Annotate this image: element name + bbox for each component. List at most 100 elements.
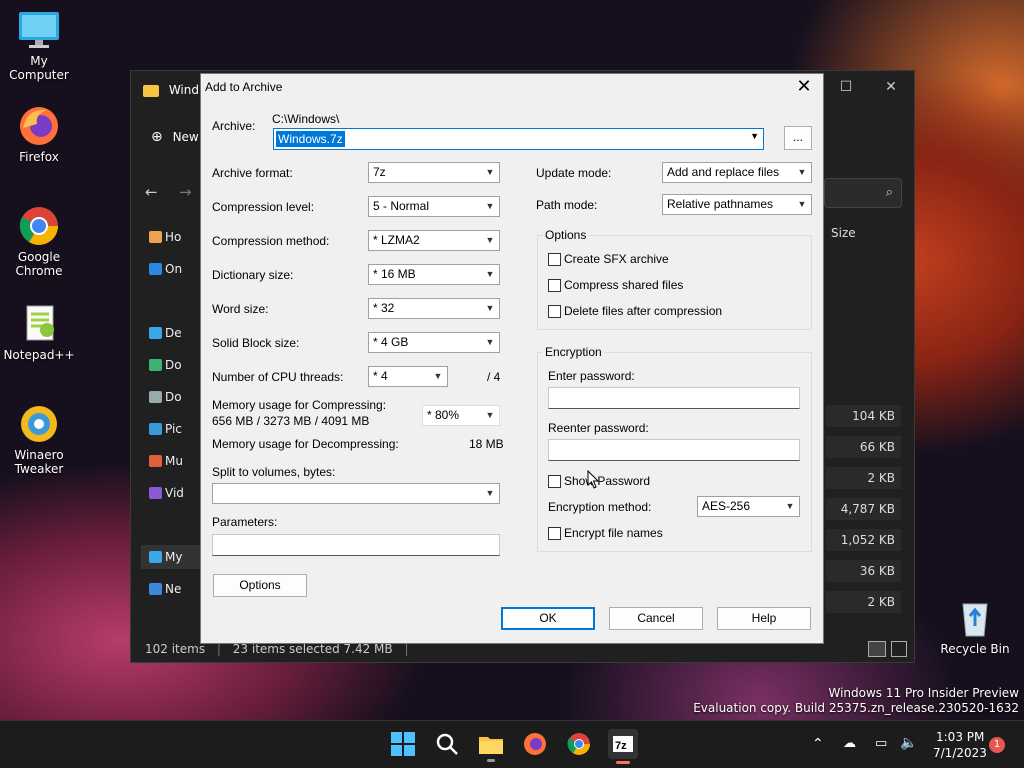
delete-after-checkbox[interactable]: Delete files after compression xyxy=(548,303,722,319)
file-size-cell[interactable]: 36 KB xyxy=(826,560,901,582)
help-button[interactable]: Help xyxy=(717,607,811,630)
desktop-icon-firefox[interactable]: Firefox xyxy=(0,104,78,164)
path-mode-label: Path mode: xyxy=(536,198,598,212)
split-volumes-select[interactable]: ▼ xyxy=(212,483,500,504)
new-button[interactable]: ⊕ New xyxy=(151,129,199,145)
file-size-cell[interactable]: 66 KB xyxy=(826,436,901,458)
7zip-icon[interactable]: 7z xyxy=(608,729,638,764)
network-icon[interactable]: ▭ xyxy=(875,736,887,751)
solid-block-size-select[interactable]: * 4 GB ▼ xyxy=(368,332,500,353)
clock-time[interactable]: 1:03 PM xyxy=(936,730,984,744)
checkbox-box[interactable] xyxy=(548,305,561,318)
firefox-icon xyxy=(17,104,61,148)
sidebar-item[interactable]: Ne xyxy=(141,577,201,601)
tiles-view-icon[interactable] xyxy=(891,641,907,657)
start-icon[interactable] xyxy=(390,731,418,759)
details-view-icon[interactable] xyxy=(868,641,886,657)
firefox-icon[interactable] xyxy=(522,731,550,759)
compress-shared-checkbox[interactable]: Compress shared files xyxy=(548,277,683,293)
back-arrow-icon[interactable]: ← xyxy=(145,183,158,201)
parameters-input[interactable] xyxy=(212,534,500,556)
desktop-icon-my-computer[interactable]: My Computer xyxy=(0,8,78,82)
create-sfx-checkbox[interactable]: Create SFX archive xyxy=(548,251,669,267)
desktop-icon-recycle-bin[interactable]: Recycle Bin xyxy=(936,596,1014,656)
word-size-select[interactable]: * 32 ▼ xyxy=(368,298,500,319)
desktop-icon-chrome[interactable]: Google Chrome xyxy=(0,204,78,278)
clock-date[interactable]: 7/1/2023 xyxy=(933,746,987,760)
solid-block-size-value: * 4 GB xyxy=(373,335,409,349)
cpu-threads-value: * 4 xyxy=(373,369,388,383)
archive-name-combo[interactable]: Windows.7z ▼ xyxy=(273,128,764,150)
compression-method-select[interactable]: * LZMA2 ▼ xyxy=(368,230,500,251)
browse-button[interactable]: ... xyxy=(784,126,812,150)
forward-arrow-icon[interactable]: → xyxy=(179,183,192,201)
cancel-button[interactable]: Cancel xyxy=(609,607,703,630)
sidebar-item[interactable]: Mu xyxy=(141,449,201,473)
chevron-down-icon: ▼ xyxy=(797,167,807,177)
file-explorer-icon[interactable] xyxy=(478,731,506,762)
solid-block-size-label: Solid Block size: xyxy=(212,336,300,350)
checkbox-box[interactable] xyxy=(548,527,561,540)
checkbox-box[interactable] xyxy=(548,475,561,488)
word-size-label: Word size: xyxy=(212,302,269,316)
volume-icon[interactable]: 🔈 xyxy=(900,735,917,751)
file-size-cell[interactable]: 4,787 KB xyxy=(826,498,901,520)
update-mode-select[interactable]: Add and replace files ▼ xyxy=(662,162,812,183)
desktop-icon-label: Winaero Tweaker xyxy=(14,448,64,476)
explorer-search-box[interactable]: ⌕ xyxy=(824,178,902,208)
compression-level-select[interactable]: 5 - Normal ▼ xyxy=(368,196,500,217)
compress-shared-label: Compress shared files xyxy=(564,278,684,292)
memory-compress-value: 656 MB / 3273 MB / 4091 MB xyxy=(212,414,370,428)
show-password-checkbox[interactable]: Show Password xyxy=(548,473,650,489)
sidebar-item-label: Vid xyxy=(165,486,184,500)
sidebar-item[interactable]: Do xyxy=(141,385,201,409)
options-button[interactable]: Options xyxy=(213,574,307,597)
file-size-cell[interactable]: 1,052 KB xyxy=(826,529,901,551)
file-size-cell[interactable]: 104 KB xyxy=(826,405,901,427)
sidebar-item[interactable]: My xyxy=(141,545,201,569)
chevron-up-icon[interactable]: ⌃ xyxy=(812,736,824,752)
chrome-icon[interactable] xyxy=(566,731,594,759)
file-size-cell[interactable]: 2 KB xyxy=(826,591,901,613)
close-icon[interactable]: ✕ xyxy=(791,76,817,98)
folder-icon xyxy=(143,84,159,97)
split-volumes-label: Split to volumes, bytes: xyxy=(212,465,336,479)
checkbox-box[interactable] xyxy=(548,279,561,292)
ok-button[interactable]: OK xyxy=(501,607,595,630)
sidebar-item[interactable]: Pic xyxy=(141,417,201,441)
path-mode-select[interactable]: Relative pathnames ▼ xyxy=(662,194,812,215)
notification-badge[interactable]: 1 xyxy=(989,737,1005,753)
chevron-down-icon: ▼ xyxy=(797,199,807,209)
add-to-archive-dialog[interactable]: Add to Archive ✕ Archive: C:\Windows\ Wi… xyxy=(200,73,824,644)
desktop-folder-icon xyxy=(149,327,162,339)
chevron-down-icon[interactable]: ▼ xyxy=(750,131,759,141)
encryption-method-select[interactable]: AES-256 ▼ xyxy=(697,496,800,517)
sidebar-item[interactable]: Do xyxy=(141,353,201,377)
desktop-icon-winaero[interactable]: Winaero Tweaker xyxy=(0,402,78,476)
column-header-size[interactable]: Size xyxy=(831,226,856,240)
chevron-down-icon: ▼ xyxy=(485,410,495,420)
close-icon[interactable]: ✕ xyxy=(876,79,906,99)
reenter-password-input[interactable] xyxy=(548,439,800,461)
cpu-threads-select[interactable]: * 4 ▼ xyxy=(368,366,448,387)
maximize-icon[interactable]: ☐ xyxy=(831,79,861,99)
sidebar-item-label: De xyxy=(165,326,182,340)
cpu-threads-label: Number of CPU threads: xyxy=(212,370,344,384)
sidebar-item[interactable]: De xyxy=(141,321,201,345)
memory-usage-select[interactable]: * 80% ▼ xyxy=(422,405,500,426)
password-input[interactable] xyxy=(548,387,800,409)
sidebar-item[interactable]: On xyxy=(141,257,201,281)
sidebar-item[interactable]: Vid xyxy=(141,481,201,505)
search-icon[interactable] xyxy=(434,731,462,759)
file-size-cell[interactable]: 2 KB xyxy=(826,467,901,489)
dictionary-size-select[interactable]: * 16 MB ▼ xyxy=(368,264,500,285)
compression-level-value: 5 - Normal xyxy=(373,199,430,213)
archive-format-value: 7z xyxy=(373,165,386,179)
archive-format-select[interactable]: 7z ▼ xyxy=(368,162,500,183)
checkbox-box[interactable] xyxy=(548,253,561,266)
encrypt-names-checkbox[interactable]: Encrypt file names xyxy=(548,525,663,541)
desktop-icon-notepadpp[interactable]: Notepad++ xyxy=(0,302,78,362)
cloud-offline-icon[interactable]: ☁ xyxy=(843,736,856,751)
sidebar-item[interactable]: Ho xyxy=(141,225,201,249)
videos-icon xyxy=(149,487,162,499)
